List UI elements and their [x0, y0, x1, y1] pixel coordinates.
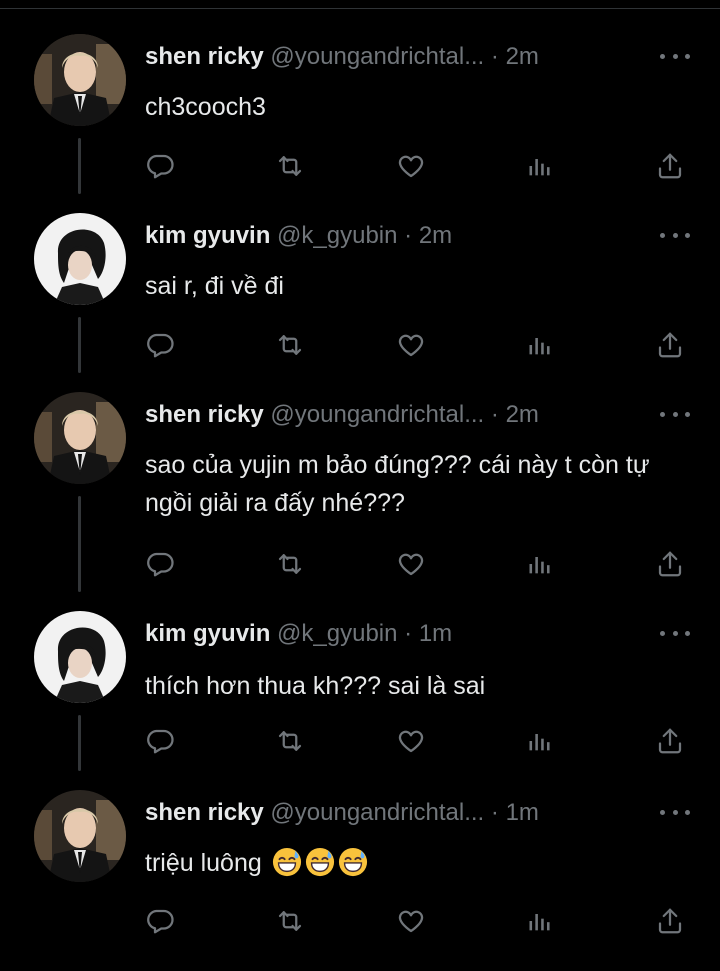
tweet[interactable]: kim gyuvin @k_gyubin · 1m thích hơn thua…: [0, 611, 720, 771]
share-icon[interactable]: [652, 148, 688, 184]
tweet-text-container: triệu luông: [145, 844, 685, 882]
tweet[interactable]: kim gyuvin @k_gyubin · 2m sai r, đi về đ…: [0, 213, 720, 373]
timestamp[interactable]: 1m: [419, 620, 452, 647]
tweet[interactable]: shen ricky @youngandrichtal... · 1m triệ…: [0, 790, 720, 950]
like-icon[interactable]: [393, 546, 429, 582]
more-horizontal-icon[interactable]: [660, 223, 690, 247]
reply-icon[interactable]: [142, 148, 178, 184]
share-icon[interactable]: [652, 903, 688, 939]
views-icon[interactable]: [522, 148, 558, 184]
user-handle[interactable]: @youngandrichtal...: [270, 43, 484, 70]
timestamp[interactable]: 2m: [419, 222, 452, 249]
tweet-header: shen ricky @youngandrichtal... · 1m: [145, 798, 539, 828]
views-icon[interactable]: [522, 903, 558, 939]
top-divider: [0, 8, 720, 9]
grinning-sweat-emoji: [305, 847, 334, 877]
tweet-header: kim gyuvin @k_gyubin · 1m: [145, 619, 452, 649]
tweet-text: triệu luông: [145, 849, 262, 877]
tweet-text: ch3cooch3: [145, 93, 266, 121]
like-icon[interactable]: [393, 903, 429, 939]
share-icon[interactable]: [652, 546, 688, 582]
avatar[interactable]: [34, 392, 126, 484]
separator-dot: ·: [490, 401, 499, 428]
avatar[interactable]: [34, 790, 126, 882]
retweet-icon[interactable]: [272, 327, 308, 363]
retweet-icon[interactable]: [272, 903, 308, 939]
like-icon[interactable]: [393, 148, 429, 184]
display-name[interactable]: shen ricky: [145, 799, 264, 826]
reply-icon[interactable]: [142, 546, 178, 582]
tweet-header: shen ricky @youngandrichtal... · 2m: [145, 42, 539, 72]
display-name[interactable]: kim gyuvin: [145, 222, 270, 249]
reply-icon[interactable]: [142, 327, 178, 363]
tweet-header: shen ricky @youngandrichtal... · 2m: [145, 400, 539, 430]
avatar[interactable]: [34, 213, 126, 305]
tweet[interactable]: shen ricky @youngandrichtal... · 2m ch3c…: [0, 34, 720, 194]
reply-icon[interactable]: [142, 723, 178, 759]
display-name[interactable]: shen ricky: [145, 43, 264, 70]
grinning-sweat-emoji: [338, 847, 367, 877]
timestamp[interactable]: 2m: [506, 43, 539, 70]
user-handle[interactable]: @k_gyubin: [277, 620, 397, 647]
display-name[interactable]: kim gyuvin: [145, 620, 270, 647]
like-icon[interactable]: [393, 327, 429, 363]
grinning-sweat-emoji: [272, 847, 301, 877]
share-icon[interactable]: [652, 723, 688, 759]
separator-dot: ·: [490, 43, 499, 70]
tweet-text: thích hơn thua kh??? sai là sai: [145, 672, 486, 700]
tweet-text: sai r, đi về đi: [145, 272, 284, 300]
avatar[interactable]: [34, 611, 126, 703]
action-bar: [0, 546, 720, 586]
tweet-text: sao của yujin m bảo đúng??? cái này t cò…: [145, 451, 650, 517]
separator-dot: ·: [404, 620, 413, 647]
timestamp[interactable]: 2m: [506, 401, 539, 428]
user-handle[interactable]: @youngandrichtal...: [270, 401, 484, 428]
more-horizontal-icon[interactable]: [660, 402, 690, 426]
more-horizontal-icon[interactable]: [660, 621, 690, 645]
action-bar: [0, 903, 720, 943]
retweet-icon[interactable]: [272, 148, 308, 184]
separator-dot: ·: [404, 222, 413, 249]
more-horizontal-icon[interactable]: [660, 800, 690, 824]
timestamp[interactable]: 1m: [506, 799, 539, 826]
avatar[interactable]: [34, 34, 126, 126]
display-name[interactable]: shen ricky: [145, 401, 264, 428]
share-icon[interactable]: [652, 327, 688, 363]
separator-dot: ·: [490, 799, 499, 826]
more-horizontal-icon[interactable]: [660, 44, 690, 68]
tweet-header: kim gyuvin @k_gyubin · 2m: [145, 221, 452, 251]
reply-icon[interactable]: [142, 903, 178, 939]
views-icon[interactable]: [522, 723, 558, 759]
tweet[interactable]: shen ricky @youngandrichtal... · 2m sao …: [0, 392, 720, 592]
action-bar: [0, 148, 720, 188]
action-bar: [0, 723, 720, 763]
user-handle[interactable]: @youngandrichtal...: [270, 799, 484, 826]
retweet-icon[interactable]: [272, 723, 308, 759]
user-handle[interactable]: @k_gyubin: [277, 222, 397, 249]
action-bar: [0, 327, 720, 367]
retweet-icon[interactable]: [272, 546, 308, 582]
views-icon[interactable]: [522, 546, 558, 582]
views-icon[interactable]: [522, 327, 558, 363]
like-icon[interactable]: [393, 723, 429, 759]
